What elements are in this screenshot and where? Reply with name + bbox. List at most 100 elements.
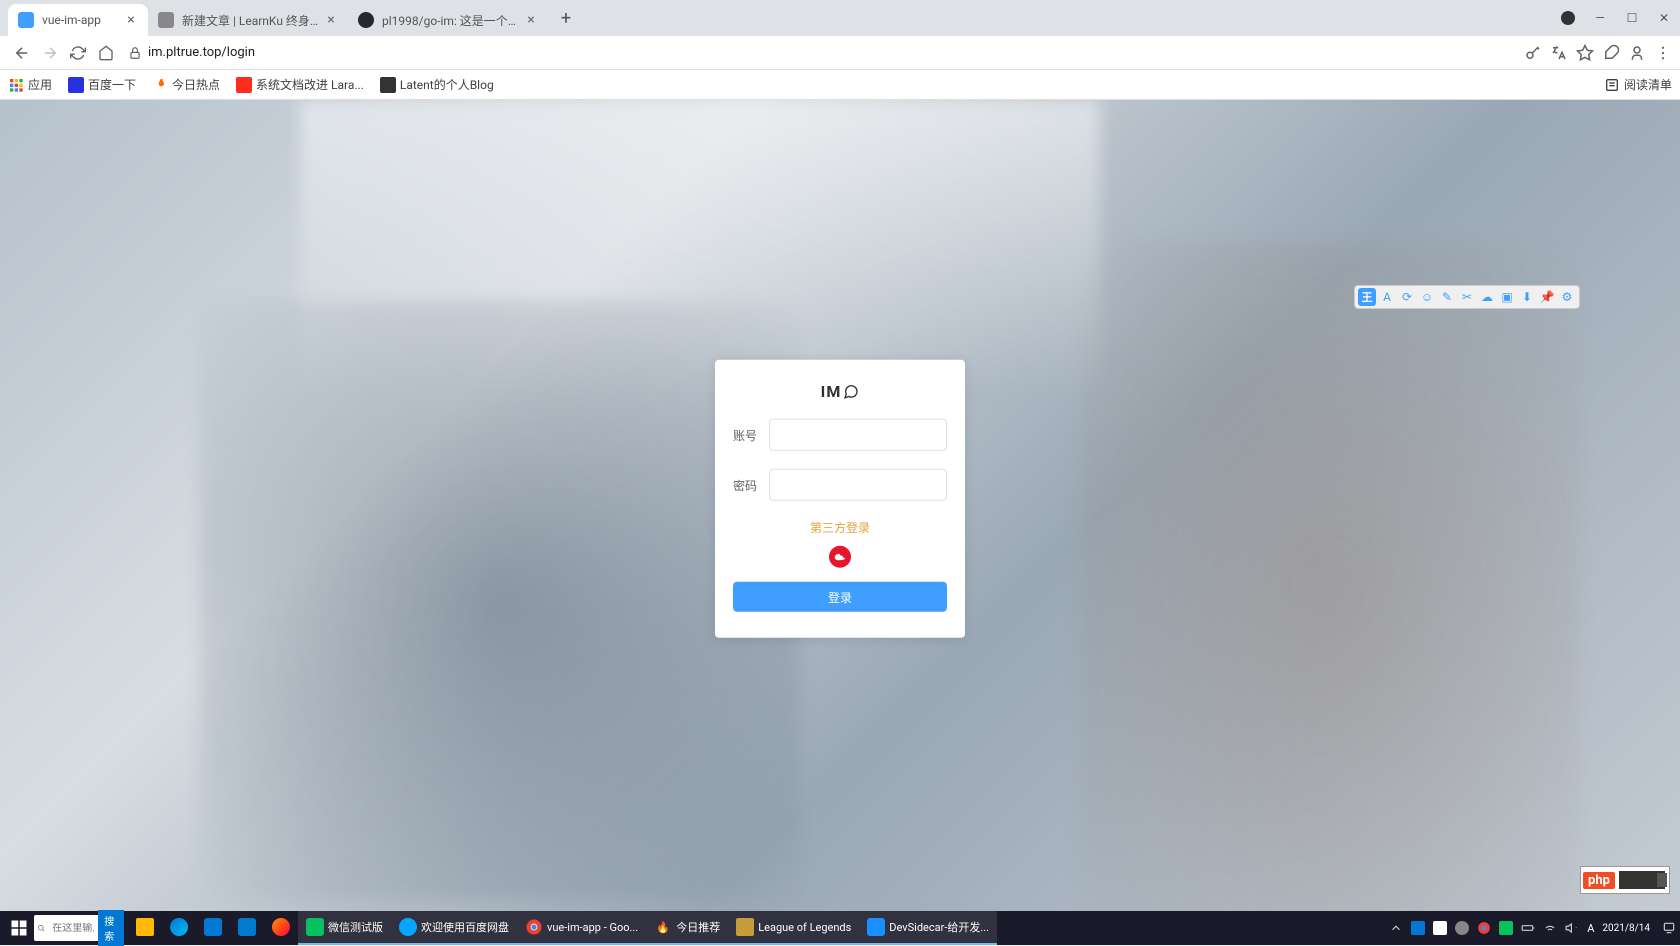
battery-icon[interactable]	[1521, 921, 1535, 935]
taskbar-item-lol[interactable]: League of Legends	[728, 911, 859, 945]
favicon-icon	[68, 77, 84, 93]
ime-icon[interactable]: A	[1587, 922, 1594, 935]
php-dark-icon	[1619, 871, 1665, 889]
minimize-button[interactable]: —	[1584, 2, 1616, 34]
address-bar: im.pltrue.top/login	[0, 36, 1680, 70]
maximize-button[interactable]: ☐	[1616, 2, 1648, 34]
reading-list-button[interactable]: 阅读清单	[1604, 76, 1672, 93]
close-button[interactable]: ✕	[1648, 2, 1680, 34]
gear-icon[interactable]: ⚙	[1558, 288, 1576, 306]
taskbar-label: 微信测试版	[328, 919, 383, 935]
logo-text: IM	[821, 382, 842, 401]
taskbar-item-flame[interactable]: 🔥今日推荐	[646, 911, 728, 945]
taskbar-tray: A 2021/8/14	[1389, 921, 1676, 935]
folder-icon	[136, 918, 154, 936]
apps-button[interactable]: 应用	[8, 76, 52, 93]
login-button[interactable]: 登录	[733, 582, 947, 612]
taskbar-label: 欢迎使用百度网盘	[421, 919, 509, 935]
taskbar-label: DevSidecar-给开发...	[889, 919, 989, 935]
key-icon[interactable]	[1524, 44, 1542, 62]
record-icon[interactable]	[1552, 2, 1584, 34]
taskbar-item-wechat[interactable]: 微信测试版	[298, 911, 391, 945]
tray-icon[interactable]	[1433, 921, 1447, 935]
floating-toolbar[interactable]: 王 A ⟳ ☺ ✎ ✂ ☁ ▣ ⬇ 📌 ⚙	[1354, 285, 1580, 309]
tab-3[interactable]: pl1998/go-im: 这是一个golan... ×	[348, 4, 548, 36]
edge-icon	[170, 918, 188, 936]
search-button[interactable]: 搜索	[98, 910, 124, 946]
reload-button[interactable]	[64, 39, 92, 67]
bookmark-item[interactable]: 今日热点	[152, 76, 220, 93]
taskbar-item-edge[interactable]	[162, 911, 196, 945]
chrome-tray-icon[interactable]	[1477, 921, 1491, 935]
image-icon[interactable]: ▣	[1498, 288, 1516, 306]
text-icon[interactable]: A	[1378, 288, 1396, 306]
new-tab-button[interactable]: +	[552, 4, 580, 32]
download-icon[interactable]: ⬇	[1518, 288, 1536, 306]
start-button[interactable]	[10, 919, 28, 937]
taskbar-item-settings[interactable]	[196, 911, 230, 945]
search-icon	[37, 922, 45, 934]
login-card: IM 账号 密码 第三方登录 登录	[715, 360, 965, 638]
home-button[interactable]	[92, 39, 120, 67]
dev-icon	[867, 918, 885, 936]
volume-icon[interactable]	[1565, 921, 1579, 935]
tray-icon[interactable]	[1411, 921, 1425, 935]
lock-icon	[128, 46, 142, 60]
browser-chrome: vue-im-app × 新建文章 | LearnKu 终身编程者... × p…	[0, 0, 1680, 100]
tray-icon[interactable]	[1455, 921, 1469, 935]
emoji-icon[interactable]: ☺	[1418, 288, 1436, 306]
back-button[interactable]	[8, 39, 36, 67]
taskbar-item-dev[interactable]: DevSidecar-给开发...	[859, 911, 997, 945]
forward-button[interactable]	[36, 39, 64, 67]
cloud-icon[interactable]: ☁	[1478, 288, 1496, 306]
notification-icon[interactable]	[1662, 921, 1676, 935]
url-box[interactable]: im.pltrue.top/login	[128, 45, 1516, 60]
bookmark-item[interactable]: 系统文档改进 Lara...	[236, 76, 364, 93]
tab-favicon-icon	[18, 12, 34, 28]
username-input[interactable]	[769, 419, 947, 451]
pin-icon[interactable]: 📌	[1538, 288, 1556, 306]
tab-2[interactable]: 新建文章 | LearnKu 终身编程者... ×	[148, 4, 348, 36]
wechat-tray-icon[interactable]	[1499, 921, 1513, 935]
bookmarks-bar: 应用 百度一下 今日热点 系统文档改进 Lara... Latent的个人Blo…	[0, 70, 1680, 100]
flame-icon: 🔥	[654, 918, 672, 936]
edit-icon[interactable]: ✎	[1438, 288, 1456, 306]
profile-icon[interactable]	[1628, 44, 1646, 62]
php-badge[interactable]: php	[1580, 866, 1670, 894]
taskbar-search[interactable]: 搜索	[34, 915, 124, 941]
tray-up-icon[interactable]	[1389, 921, 1403, 935]
tab-favicon-icon	[358, 12, 374, 28]
taskbar-item-vscode[interactable]	[230, 911, 264, 945]
toolbar-badge-icon[interactable]: 王	[1358, 288, 1376, 306]
taskbar-time[interactable]: 2021/8/14	[1602, 923, 1654, 934]
rotate-icon[interactable]: ⟳	[1398, 288, 1416, 306]
cut-icon[interactable]: ✂	[1458, 288, 1476, 306]
taskbar-item-baidu[interactable]: 欢迎使用百度网盘	[391, 911, 517, 945]
username-label: 账号	[733, 426, 769, 443]
chrome-icon	[525, 918, 543, 936]
password-input[interactable]	[769, 469, 947, 501]
weibo-icon[interactable]	[829, 546, 851, 568]
window-controls: — ☐ ✕	[1552, 0, 1680, 36]
star-icon[interactable]	[1576, 44, 1594, 62]
php-text: php	[1583, 872, 1615, 889]
search-input[interactable]	[48, 923, 98, 934]
bookmark-item[interactable]: Latent的个人Blog	[380, 76, 494, 93]
tab-1[interactable]: vue-im-app ×	[8, 4, 148, 36]
baidu-icon	[399, 918, 417, 936]
tab-title: pl1998/go-im: 这是一个golan...	[382, 12, 518, 29]
close-icon[interactable]: ×	[324, 13, 338, 27]
taskbar-item-firefox[interactable]	[264, 911, 298, 945]
username-row: 账号	[733, 419, 947, 451]
close-icon[interactable]: ×	[524, 13, 538, 27]
extensions-icon[interactable]	[1602, 44, 1620, 62]
taskbar-item-folder[interactable]	[128, 911, 162, 945]
menu-icon[interactable]	[1654, 44, 1672, 62]
bookmark-label: Latent的个人Blog	[400, 76, 494, 93]
translate-icon[interactable]	[1550, 44, 1568, 62]
wifi-icon[interactable]	[1543, 921, 1557, 935]
taskbar-item-chrome[interactable]: vue-im-app - Goo...	[517, 911, 646, 945]
close-icon[interactable]: ×	[124, 13, 138, 27]
lol-icon	[736, 918, 754, 936]
bookmark-item[interactable]: 百度一下	[68, 76, 136, 93]
